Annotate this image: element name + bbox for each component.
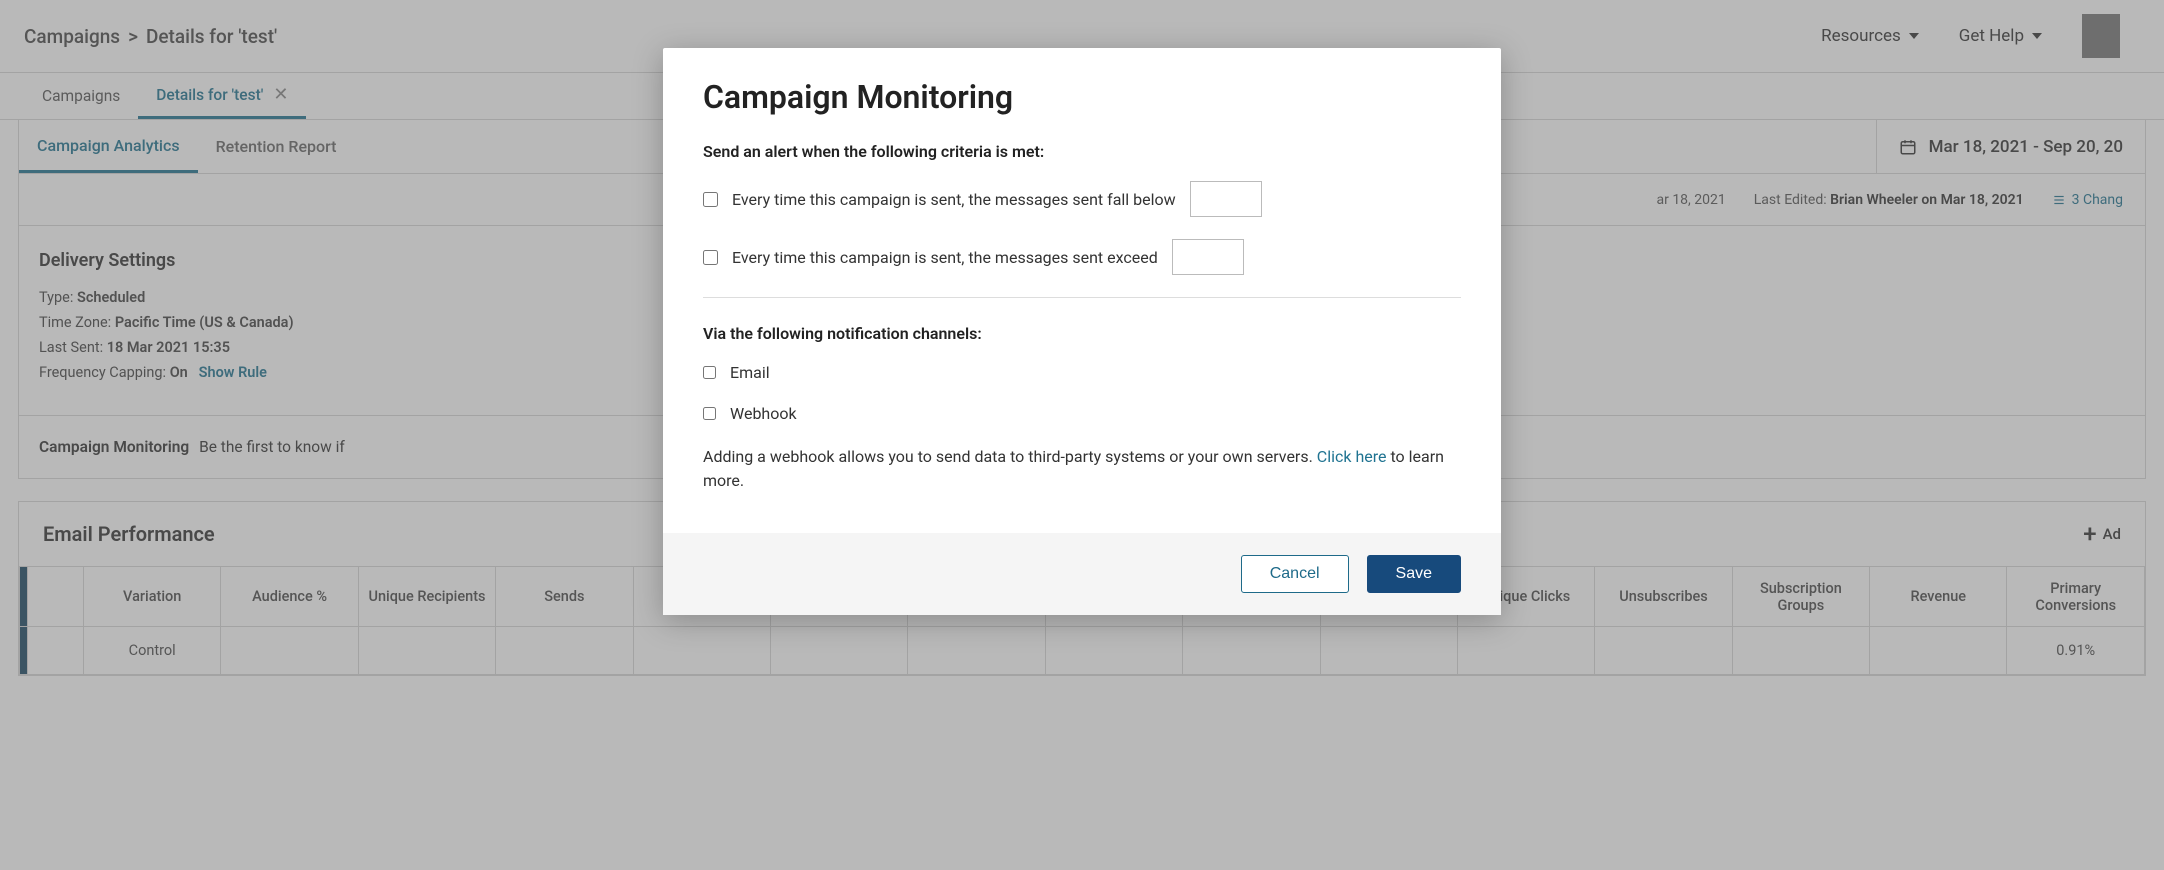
cancel-button[interactable]: Cancel [1241, 555, 1349, 593]
modal-title: Campaign Monitoring [703, 78, 1461, 116]
webhook-learn-more-link[interactable]: Click here [1317, 447, 1387, 466]
modal-divider [703, 297, 1461, 298]
channels-heading: Via the following notification channels: [703, 324, 1461, 343]
email-checkbox[interactable] [703, 366, 716, 379]
email-label: Email [730, 363, 770, 382]
exceed-input[interactable] [1172, 239, 1244, 275]
below-input[interactable] [1190, 181, 1262, 217]
webhook-note: Adding a webhook allows you to send data… [703, 445, 1461, 493]
criteria-heading: Send an alert when the following criteri… [703, 142, 1461, 161]
webhook-checkbox[interactable] [703, 407, 716, 420]
below-label: Every time this campaign is sent, the me… [732, 190, 1176, 209]
save-button[interactable]: Save [1367, 555, 1461, 593]
webhook-label: Webhook [730, 404, 797, 423]
exceed-label: Every time this campaign is sent, the me… [732, 248, 1158, 267]
modal-overlay[interactable]: Campaign Monitoring Send an alert when t… [0, 0, 2164, 870]
exceed-checkbox[interactable] [703, 250, 718, 265]
webhook-note-text-1: Adding a webhook allows you to send data… [703, 447, 1313, 466]
below-checkbox[interactable] [703, 192, 718, 207]
campaign-monitoring-modal: Campaign Monitoring Send an alert when t… [663, 48, 1501, 615]
